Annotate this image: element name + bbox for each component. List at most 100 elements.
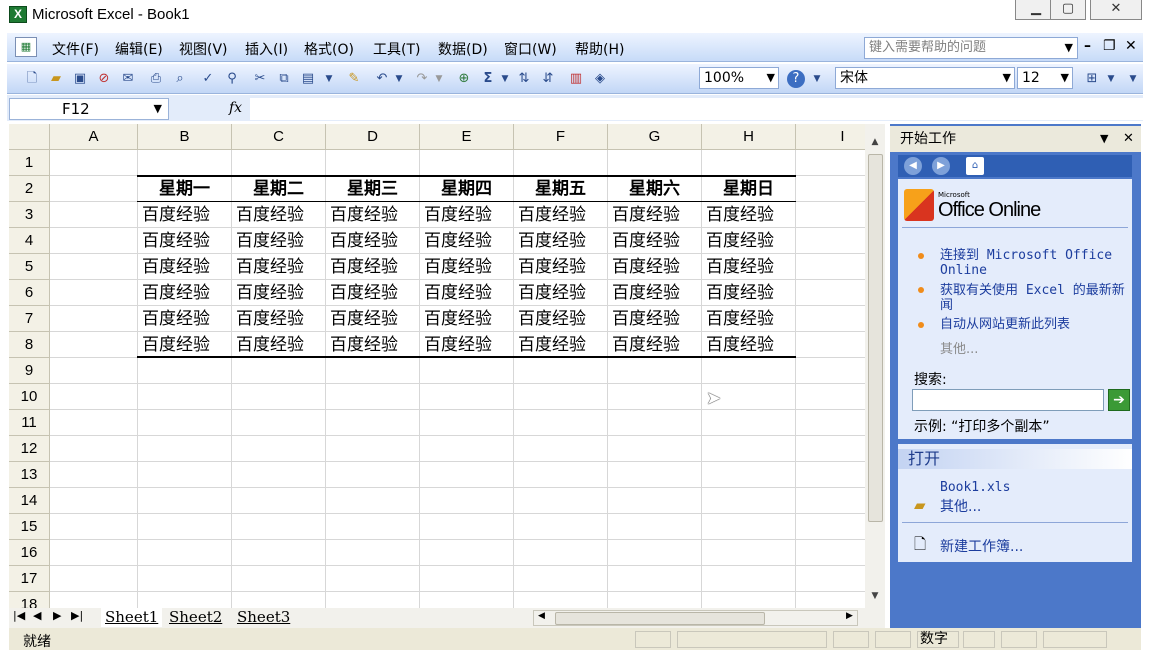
row-header-4[interactable]: 4 bbox=[9, 228, 50, 254]
redo-icon[interactable]: ↷ bbox=[413, 70, 431, 88]
format-painter-icon[interactable]: ✎ bbox=[345, 70, 363, 88]
cell-e4[interactable]: 百度经验 bbox=[424, 228, 492, 254]
row-header-12[interactable]: 12 bbox=[9, 436, 50, 462]
column-header-h[interactable]: H bbox=[702, 124, 796, 150]
excel-app-icon[interactable]: X bbox=[9, 6, 27, 23]
new-workbook-link[interactable]: 新建工作簿... bbox=[940, 536, 1023, 556]
cell-c2[interactable]: 星期二 bbox=[232, 176, 325, 202]
research-icon[interactable]: ⚲ bbox=[223, 70, 241, 88]
home-icon[interactable]: ⌂ bbox=[966, 157, 984, 175]
hyperlink-icon[interactable]: ⊕ bbox=[455, 70, 473, 88]
column-header-b[interactable]: B bbox=[138, 124, 232, 150]
cell-f3[interactable]: 百度经验 bbox=[518, 202, 586, 228]
column-header-f[interactable]: F bbox=[514, 124, 608, 150]
cell-h3[interactable]: 百度经验 bbox=[706, 202, 774, 228]
last-sheet-icon[interactable]: ▶| bbox=[71, 609, 83, 622]
link-more[interactable]: 其他... bbox=[940, 342, 978, 357]
cell-e5[interactable]: 百度经验 bbox=[424, 254, 492, 280]
scroll-left-icon[interactable]: ◀ bbox=[538, 611, 545, 621]
cell-b4[interactable]: 百度经验 bbox=[142, 228, 210, 254]
cell-f2[interactable]: 星期五 bbox=[514, 176, 607, 202]
prev-sheet-icon[interactable]: ◀ bbox=[33, 609, 41, 622]
row-header-10[interactable]: 10 bbox=[9, 384, 50, 410]
help-icon[interactable]: ? bbox=[787, 70, 805, 88]
row-header-2[interactable]: 2 bbox=[9, 176, 50, 202]
undo-icon[interactable]: ↶ bbox=[373, 70, 391, 88]
tab-sheet1[interactable]: Sheet1 bbox=[101, 608, 163, 627]
row-header-6[interactable]: 6 bbox=[9, 280, 50, 306]
menu-format[interactable]: 格式(O) bbox=[304, 39, 354, 59]
cell-h4[interactable]: 百度经验 bbox=[706, 228, 774, 254]
cell-f6[interactable]: 百度经验 bbox=[518, 280, 586, 306]
cell-h7[interactable]: 百度经验 bbox=[706, 306, 774, 332]
close-icon[interactable]: ✕ bbox=[1123, 126, 1134, 152]
cell-f7[interactable]: 百度经验 bbox=[518, 306, 586, 332]
select-all-corner[interactable] bbox=[9, 124, 50, 150]
cell-c6[interactable]: 百度经验 bbox=[236, 280, 304, 306]
cell-e7[interactable]: 百度经验 bbox=[424, 306, 492, 332]
row-header-7[interactable]: 7 bbox=[9, 306, 50, 332]
forward-icon[interactable]: ▶ bbox=[932, 157, 950, 175]
column-header-d[interactable]: D bbox=[326, 124, 420, 150]
link-connect-office-online[interactable]: 连接到 Microsoft Office Online bbox=[940, 248, 1130, 278]
cell-f5[interactable]: 百度经验 bbox=[518, 254, 586, 280]
row-header-11[interactable]: 11 bbox=[9, 410, 50, 436]
column-header-e[interactable]: E bbox=[420, 124, 514, 150]
undo-dropdown-icon[interactable]: ▼ bbox=[393, 70, 405, 88]
insert-function-icon[interactable]: fx bbox=[229, 100, 242, 116]
menu-tools[interactable]: 工具(T) bbox=[373, 39, 420, 59]
cell-e6[interactable]: 百度经验 bbox=[424, 280, 492, 306]
cut-icon[interactable]: ✂ bbox=[251, 70, 269, 88]
vertical-scroll-thumb[interactable] bbox=[868, 154, 883, 522]
back-icon[interactable]: ◀ bbox=[904, 157, 922, 175]
cell-e2[interactable]: 星期四 bbox=[420, 176, 513, 202]
chevron-down-icon[interactable]: ▼ bbox=[1100, 126, 1108, 152]
close-window-button[interactable]: ✕ bbox=[1090, 0, 1142, 20]
mdi-minimize-icon[interactable]: – bbox=[1084, 38, 1091, 54]
tab-sheet2[interactable]: Sheet2 bbox=[169, 608, 222, 627]
cell-d8[interactable]: 百度经验 bbox=[330, 332, 398, 358]
cell-b5[interactable]: 百度经验 bbox=[142, 254, 210, 280]
row-header-18[interactable]: 18 bbox=[9, 592, 50, 608]
cell-d4[interactable]: 百度经验 bbox=[330, 228, 398, 254]
horizontal-scrollbar[interactable]: ◀ ▶ bbox=[533, 610, 858, 626]
cell-g2[interactable]: 星期六 bbox=[608, 176, 701, 202]
email-icon[interactable]: ✉ bbox=[119, 70, 137, 88]
cell-h5[interactable]: 百度经验 bbox=[706, 254, 774, 280]
column-header-g[interactable]: G bbox=[608, 124, 702, 150]
help-search-input[interactable]: 键入需要帮助的问题 ▼ bbox=[864, 37, 1078, 59]
next-sheet-icon[interactable]: ▶ bbox=[53, 609, 61, 622]
scroll-down-icon[interactable]: ▼ bbox=[867, 588, 883, 604]
column-header-i[interactable]: I bbox=[796, 124, 865, 150]
spelling-icon[interactable]: ✓ bbox=[199, 70, 217, 88]
cell-b3[interactable]: 百度经验 bbox=[142, 202, 210, 228]
cell-c8[interactable]: 百度经验 bbox=[236, 332, 304, 358]
font-size-combo[interactable]: 12 ▼ bbox=[1017, 67, 1073, 89]
cell-h8[interactable]: 百度经验 bbox=[706, 332, 774, 358]
menu-window[interactable]: 窗口(W) bbox=[504, 39, 557, 59]
row-header-16[interactable]: 16 bbox=[9, 540, 50, 566]
cell-d3[interactable]: 百度经验 bbox=[330, 202, 398, 228]
chevron-down-icon[interactable]: ▼ bbox=[1061, 68, 1069, 88]
vertical-scrollbar[interactable]: ▲ ▼ bbox=[865, 124, 885, 608]
cell-c4[interactable]: 百度经验 bbox=[236, 228, 304, 254]
cell-f4[interactable]: 百度经验 bbox=[518, 228, 586, 254]
cell-g6[interactable]: 百度经验 bbox=[612, 280, 680, 306]
formula-input[interactable] bbox=[250, 98, 1143, 120]
open-folder-icon[interactable]: ▰ bbox=[47, 70, 65, 88]
cell-b2[interactable]: 星期一 bbox=[138, 176, 231, 202]
row-header-13[interactable]: 13 bbox=[9, 462, 50, 488]
autosum-icon[interactable]: Σ bbox=[479, 70, 497, 88]
cell-c5[interactable]: 百度经验 bbox=[236, 254, 304, 280]
task-pane-search-input[interactable] bbox=[912, 389, 1104, 411]
cell-h6[interactable]: 百度经验 bbox=[706, 280, 774, 306]
recent-file-book1[interactable]: Book1.xls bbox=[940, 480, 1010, 495]
font-name-combo[interactable]: 宋体 ▼ bbox=[835, 67, 1015, 89]
cell-f8[interactable]: 百度经验 bbox=[518, 332, 586, 358]
row-header-1[interactable]: 1 bbox=[9, 150, 50, 176]
print-icon[interactable]: ⎙ bbox=[147, 70, 165, 88]
cell-e3[interactable]: 百度经验 bbox=[424, 202, 492, 228]
tab-sheet3[interactable]: Sheet3 bbox=[237, 608, 290, 627]
sort-ascending-icon[interactable]: ⇅ bbox=[515, 70, 533, 88]
row-header-9[interactable]: 9 bbox=[9, 358, 50, 384]
